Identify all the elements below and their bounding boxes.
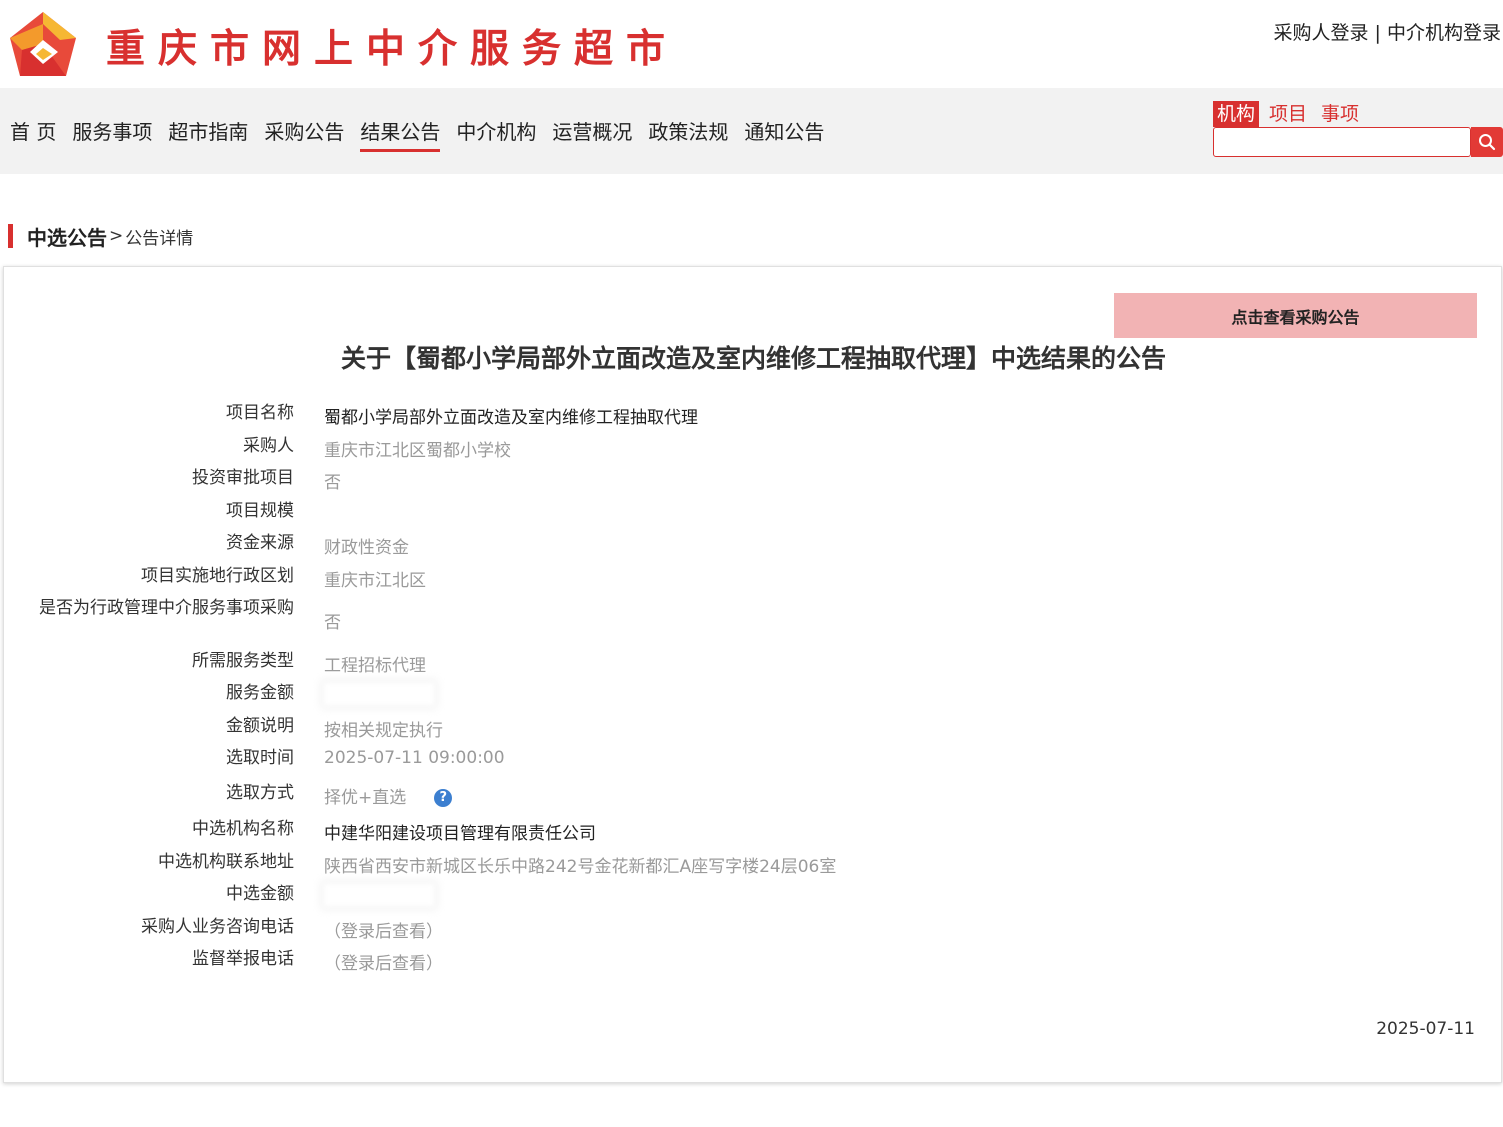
field-value-text: 重庆市江北区蜀都小学校 [324, 441, 511, 461]
field-label: 项目规模 [226, 501, 294, 521]
field-value: 2025-07-11 09:00:00 [324, 748, 505, 768]
field-value: 陕西省西安市新城区长乐中路242号金花新都汇A座写字楼24层06室 [324, 852, 836, 877]
breadcrumb-marker [8, 224, 13, 248]
help-icon[interactable]: ? [434, 789, 453, 807]
buyer-login-link[interactable]: 采购人登录 [1273, 22, 1368, 44]
field-label: 选取时间 [226, 748, 294, 768]
field-label: 中选机构名称 [192, 819, 294, 839]
field-value: 财政性资金 [324, 533, 409, 558]
site-logo[interactable] [8, 10, 78, 78]
search-tab[interactable]: 机构 [1213, 101, 1260, 127]
search-button[interactable] [1471, 127, 1503, 157]
field-value-text: 蜀都小学局部外立面改造及室内维修工程抽取代理 [324, 408, 698, 428]
login-links: 采购人登录 | 中介机构登录 [1273, 18, 1501, 45]
field-value-text: 财政性资金 [324, 538, 409, 558]
view-procurement-notice-button[interactable]: 点击查看采购公告 [1114, 293, 1477, 338]
field-label: 是否为行政管理中介服务事项采购 [39, 598, 294, 618]
field-label: 项目实施地行政区划 [141, 566, 294, 586]
nav-item[interactable]: 服务事项 [72, 116, 152, 152]
field-value: 重庆市江北区 [324, 566, 426, 591]
field-label: 资金来源 [226, 533, 294, 553]
field-value: 重庆市江北区蜀都小学校 [324, 436, 511, 461]
nav-item[interactable]: 中介机构 [456, 116, 536, 152]
field-value [324, 683, 434, 710]
breadcrumb-separator: > [109, 226, 124, 246]
nav-item[interactable]: 采购公告 [264, 116, 344, 152]
breadcrumb: 中选公告 > 公告详情 [8, 222, 194, 251]
field-value: 否 [324, 468, 341, 493]
field-value-text: 重庆市江北区 [324, 571, 426, 591]
field-value-text: 按相关规定执行 [324, 721, 443, 741]
field-label: 采购人 [243, 436, 294, 456]
field-value-text: 否 [324, 473, 341, 493]
nav-item[interactable]: 运营概况 [552, 116, 632, 152]
field-value-text: 择优+直选 [324, 788, 407, 808]
field-value: 工程招标代理 [324, 651, 426, 676]
field-value-text: 工程招标代理 [324, 656, 426, 676]
field-value-text: 否 [324, 613, 341, 633]
field-value-text: （登录后查看） [324, 922, 443, 942]
field-value: 按相关规定执行 [324, 716, 443, 741]
search-tabs: 机构 项目 事项 [1213, 101, 1369, 127]
masked-value [324, 683, 434, 705]
field-value-text: 中建华阳建设项目管理有限责任公司 [324, 824, 596, 844]
field-value-text: （登录后查看） [324, 954, 443, 974]
field-value [324, 884, 434, 911]
field-value-text: 陕西省西安市新城区长乐中路242号金花新都汇A座写字楼24层06室 [324, 857, 837, 877]
notice-panel: 点击查看采购公告 关于【蜀都小学局部外立面改造及室内维修工程抽取代理】中选结果的… [3, 266, 1502, 1083]
masked-value [324, 884, 434, 906]
field-value-text: 2025-07-11 09:00:00 [324, 748, 505, 768]
nav-item[interactable]: 通知公告 [744, 116, 824, 152]
field-value: （登录后查看） [324, 949, 443, 974]
nav-item[interactable]: 结果公告 [360, 116, 441, 152]
field-label: 采购人业务咨询电话 [141, 917, 294, 937]
field-label: 中选金额 [226, 884, 294, 904]
field-label: 服务金额 [226, 683, 294, 703]
field-label: 金额说明 [226, 716, 294, 736]
login-separator: | [1368, 22, 1387, 44]
nav-item[interactable]: 首 页 [10, 116, 56, 152]
field-value: 蜀都小学局部外立面改造及室内维修工程抽取代理 [324, 403, 698, 428]
search-icon [1479, 134, 1496, 151]
field-value: 否 [324, 608, 341, 633]
field-label: 选取方式 [226, 783, 294, 803]
field-label: 投资审批项目 [192, 468, 294, 488]
agency-login-link[interactable]: 中介机构登录 [1387, 22, 1501, 44]
site-title: 重庆市网上中介服务超市 [106, 26, 679, 72]
search-tab[interactable]: 事项 [1317, 101, 1363, 127]
field-value: 中建华阳建设项目管理有限责任公司 [324, 819, 596, 844]
field-label: 中选机构联系地址 [158, 852, 294, 872]
notice-title: 关于【蜀都小学局部外立面改造及室内维修工程抽取代理】中选结果的公告 [340, 344, 1166, 373]
nav-item[interactable]: 政策法规 [648, 116, 728, 152]
field-value: 择优+直选? [324, 783, 453, 808]
field-label: 监督举报电话 [192, 949, 294, 969]
breadcrumb-current: 公告详情 [125, 228, 194, 249]
field-label: 项目名称 [226, 403, 294, 423]
publish-date: 2025-07-11 [1376, 1019, 1475, 1039]
site-header: 重庆市网上中介服务超市 采购人登录 | 中介机构登录 [0, 0, 1503, 88]
search-tab[interactable]: 项目 [1265, 101, 1311, 127]
nav-item[interactable]: 超市指南 [168, 116, 248, 152]
field-value: （登录后查看） [324, 917, 443, 942]
nav-items: 首 页服务事项 超市指南 采购公告 结果公告 中介机构 运营概况 政策法规 通知公告 [10, 116, 840, 152]
search-input[interactable] [1213, 127, 1471, 157]
breadcrumb-main[interactable]: 中选公告 [27, 222, 107, 251]
field-label: 所需服务类型 [192, 651, 294, 671]
